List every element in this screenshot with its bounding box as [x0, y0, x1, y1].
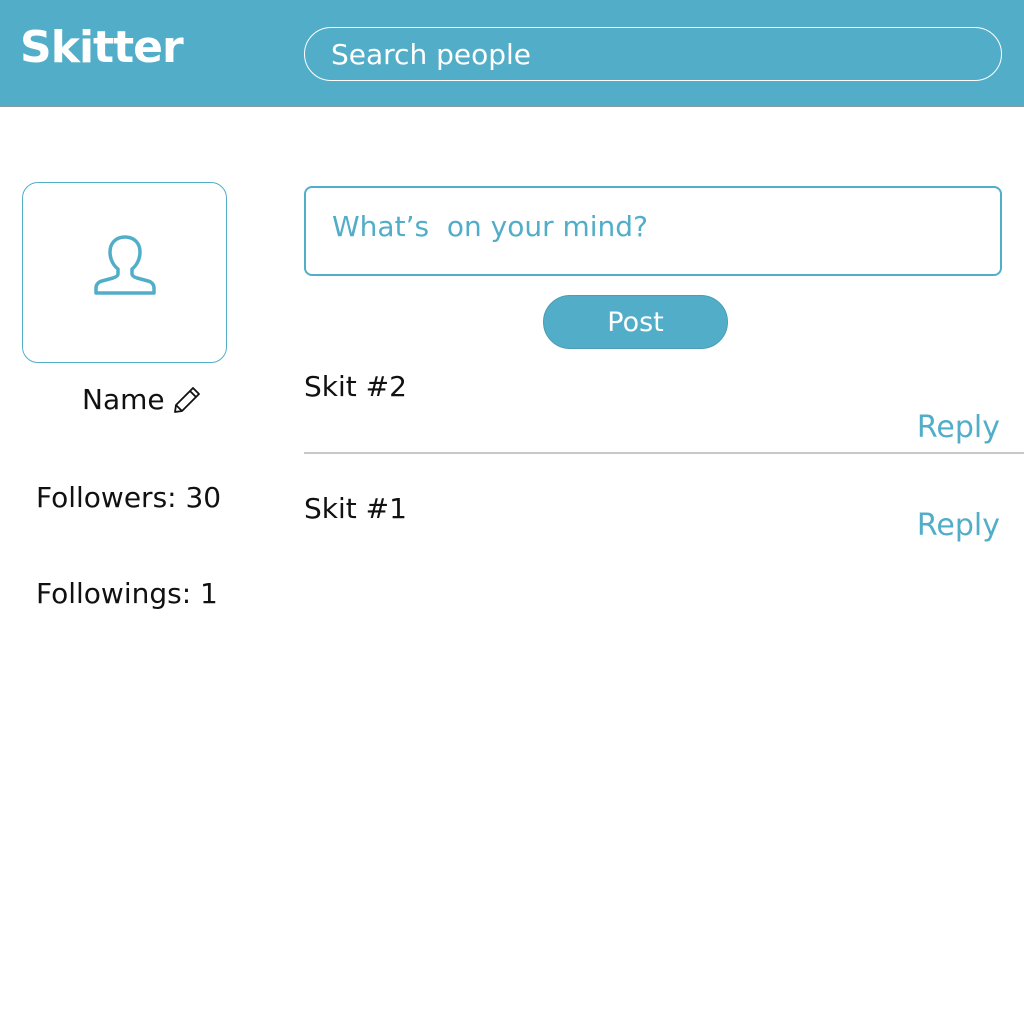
feed-divider — [304, 452, 1024, 454]
avatar[interactable] — [22, 182, 227, 363]
followers-count: Followers: 30 — [36, 481, 222, 514]
pencil-icon[interactable] — [171, 384, 203, 416]
post-composer-input[interactable] — [304, 186, 1002, 276]
followings-count: Followings: 1 — [36, 577, 218, 610]
profile-name: Name — [82, 383, 165, 416]
skit-text: Skit #2 — [304, 370, 407, 403]
search-input[interactable] — [304, 27, 1002, 81]
post-button[interactable]: Post — [543, 295, 728, 349]
skit-text: Skit #1 — [304, 492, 407, 525]
feed-item: Skit #2 Reply — [304, 370, 1002, 452]
user-icon — [94, 235, 156, 295]
reply-button[interactable]: Reply — [917, 410, 1000, 445]
top-bar: Skitter — [0, 0, 1024, 107]
feed-item: Skit #1 Reply — [304, 492, 1002, 552]
profile-name-row: Name — [82, 383, 203, 416]
app-logo-title[interactable]: Skitter — [20, 22, 184, 73]
reply-button[interactable]: Reply — [917, 508, 1000, 543]
